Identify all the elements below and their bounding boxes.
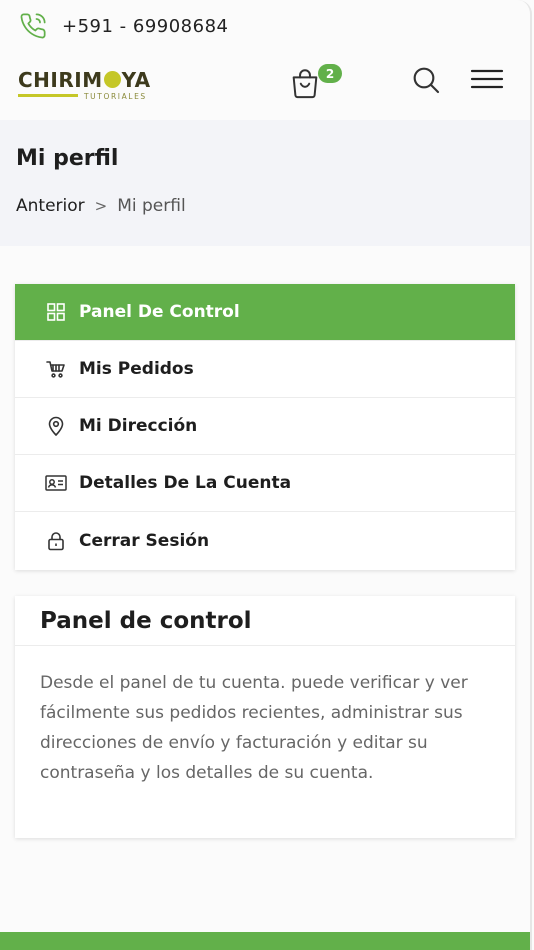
phone-icon bbox=[18, 11, 48, 41]
account-menu: Panel De Control Mis Pedidos Mi Direcció… bbox=[15, 284, 515, 570]
contact-bar: +591 - 69908684 bbox=[18, 10, 229, 42]
site-logo[interactable]: CHIRIM YA TUTORIALES bbox=[18, 68, 164, 108]
account-menu-item-dashboard[interactable]: Panel De Control bbox=[15, 284, 515, 341]
breadcrumb: Anterior > Mi perfil bbox=[16, 196, 186, 216]
logo-wordmark: CHIRIM YA bbox=[18, 68, 164, 92]
page-frame: +591 - 69908684 CHIRIM YA TUTORIALES 2 M… bbox=[0, 0, 532, 950]
panel-title: Panel de control bbox=[15, 596, 515, 646]
account-menu-label: Panel De Control bbox=[79, 302, 240, 322]
shopping-bag-icon bbox=[292, 69, 318, 99]
location-pin-icon bbox=[45, 415, 67, 437]
grid-icon bbox=[45, 301, 67, 323]
logo-subtitle: TUTORIALES bbox=[84, 92, 147, 101]
phone-number-link[interactable]: +591 - 69908684 bbox=[62, 16, 229, 37]
account-menu-item-address[interactable]: Mi Dirección bbox=[15, 398, 515, 455]
logo-fruit-icon bbox=[103, 70, 121, 88]
logo-text-end: YA bbox=[121, 68, 151, 92]
cart-count-badge: 2 bbox=[318, 64, 342, 83]
footer-strip bbox=[0, 932, 530, 950]
page-title: Mi perfil bbox=[16, 146, 119, 171]
logo-text-start: CHIRIM bbox=[18, 68, 103, 92]
search-icon bbox=[413, 67, 440, 94]
cart-icon bbox=[45, 358, 67, 380]
hamburger-menu-icon bbox=[470, 69, 504, 89]
account-menu-item-orders[interactable]: Mis Pedidos bbox=[15, 341, 515, 398]
breadcrumb-back-link[interactable]: Anterior bbox=[16, 196, 85, 216]
account-menu-label: Cerrar Sesión bbox=[79, 530, 210, 551]
lock-icon bbox=[45, 530, 67, 552]
search-button[interactable] bbox=[410, 64, 444, 98]
id-card-icon bbox=[45, 472, 67, 494]
account-menu-item-account-details[interactable]: Detalles De La Cuenta bbox=[15, 455, 515, 512]
site-header: CHIRIM YA TUTORIALES 2 bbox=[0, 56, 530, 118]
account-menu-label: Mis Pedidos bbox=[79, 359, 194, 379]
dashboard-panel: Panel de control Desde el panel de tu cu… bbox=[15, 596, 515, 838]
page-heading-band: Mi perfil Anterior > Mi perfil bbox=[0, 120, 530, 246]
account-menu-label: Detalles De La Cuenta bbox=[79, 473, 292, 493]
breadcrumb-current: Mi perfil bbox=[117, 196, 186, 216]
breadcrumb-separator: > bbox=[94, 197, 108, 215]
logo-underline bbox=[18, 94, 78, 97]
panel-description: Desde el panel de tu cuenta. puede verif… bbox=[40, 673, 468, 783]
main-menu-button[interactable] bbox=[470, 66, 506, 96]
account-menu-label: Mi Dirección bbox=[79, 416, 198, 436]
account-menu-item-logout[interactable]: Cerrar Sesión bbox=[15, 512, 515, 569]
